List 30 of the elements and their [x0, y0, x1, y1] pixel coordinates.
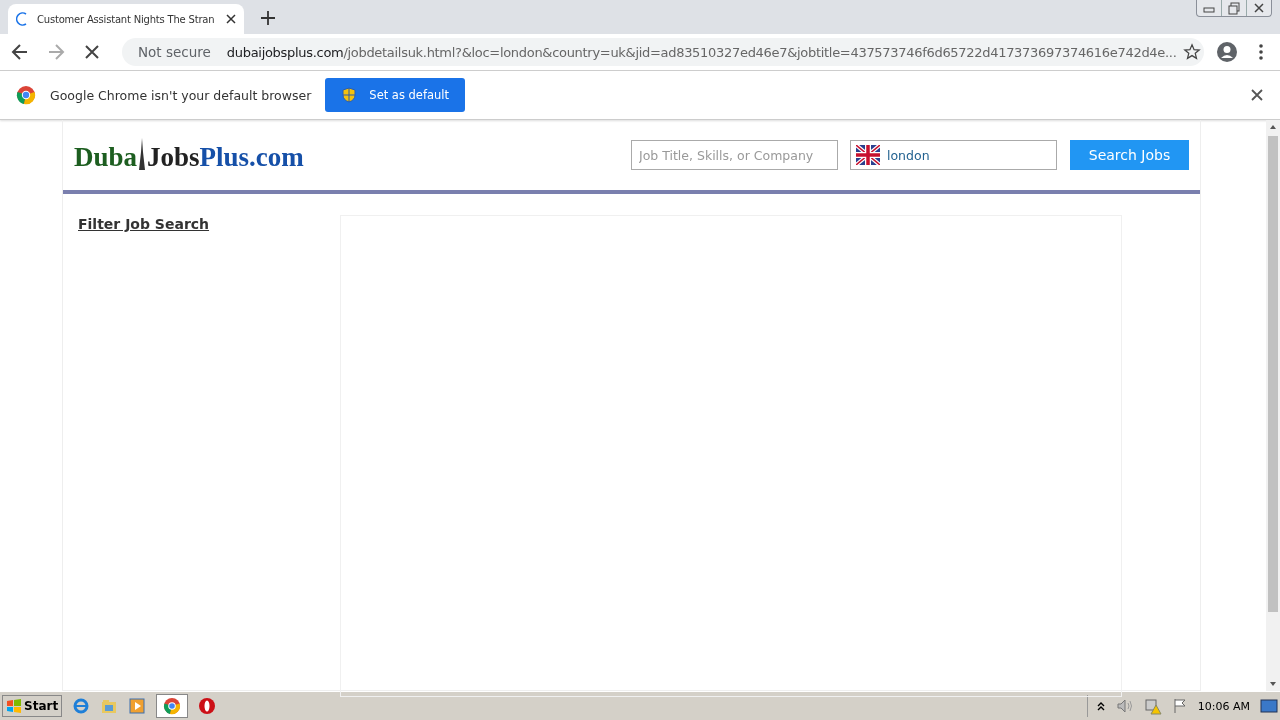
close-icon[interactable] — [226, 14, 236, 24]
filter-heading[interactable]: Filter Job Search — [78, 216, 210, 232]
chevron-up-icon[interactable] — [1095, 700, 1106, 712]
speaker-icon[interactable] — [1115, 698, 1134, 714]
star-icon[interactable] — [1182, 43, 1201, 61]
start-button[interactable]: Start — [2, 695, 63, 717]
shield-icon — [341, 87, 358, 103]
logo-text: Duba — [74, 141, 138, 173]
flag-icon[interactable] — [1171, 698, 1188, 714]
default-browser-message: Google Chrome isn't your default browser — [50, 87, 312, 103]
logo-text: Plus.com — [199, 141, 304, 173]
profile-icon[interactable] — [1216, 41, 1238, 63]
set-default-button[interactable]: Set as default — [325, 78, 466, 112]
windows-logo-icon — [6, 699, 22, 713]
url-text: dubaijobsplus.com/jobdetailsuk.html?&loc=london&country=uk&jid=ad83510327ed46e7&jobtitle=437573746f6d65722d417373697374616e742d4e... — [226, 44, 1177, 60]
scrollbar[interactable] — [1266, 120, 1280, 691]
chrome-icon[interactable] — [156, 694, 189, 718]
clock: 10:06 AM — [1197, 699, 1250, 713]
media-player-icon[interactable] — [128, 697, 147, 715]
location-field[interactable]: london — [850, 140, 1057, 170]
plus-icon[interactable] — [258, 8, 278, 28]
address-bar[interactable]: Not secure dubaijobsplus.com/jobdetailsuk.html?&loc=london&country=uk&jid=ad83510327ed46e7&jobtitle=437573746f6d65722d417373697374616e742d4e... — [122, 38, 1204, 66]
internet-explorer-icon[interactable] — [72, 697, 91, 715]
opera-icon[interactable] — [198, 697, 217, 715]
chrome-logo-icon — [16, 85, 36, 105]
logo-text: Jobs — [147, 141, 200, 173]
security-label: Not secure — [138, 44, 211, 60]
browser-tab[interactable]: Customer Assistant Nights The Stran — [8, 4, 244, 34]
close-icon[interactable] — [1250, 88, 1264, 102]
search-field[interactable]: Job Title, Skills, or Company — [631, 140, 838, 170]
